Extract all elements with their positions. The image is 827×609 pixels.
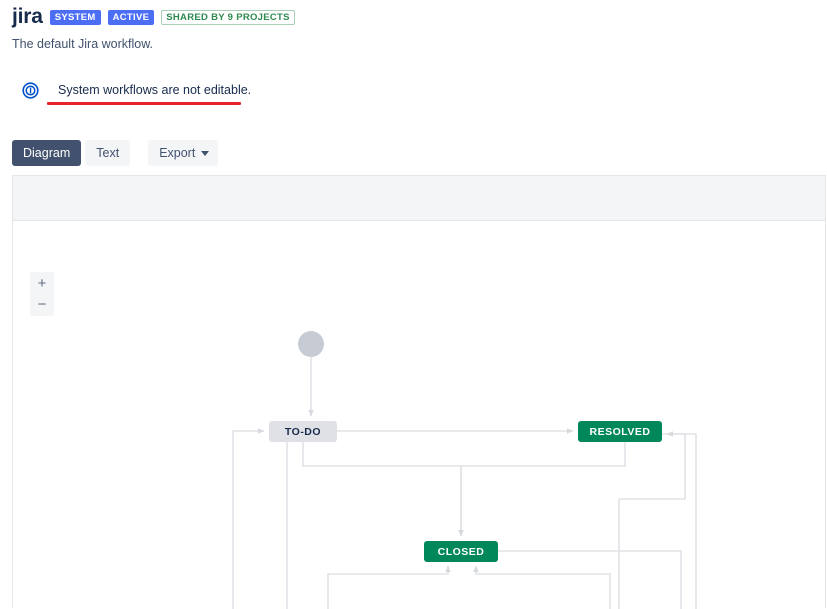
notice-message: System workflows are not editable. [58, 83, 252, 97]
workflow-node-start[interactable] [298, 331, 324, 357]
title-row: jira SYSTEM ACTIVE SHARED BY 9 PROJECTS [12, 6, 827, 28]
workflow-node-resolved[interactable]: RESOLVED [578, 421, 662, 442]
tab-diagram[interactable]: Diagram [12, 140, 82, 166]
annotation-underline [47, 102, 241, 105]
status-badge-shared: SHARED BY 9 PROJECTS [161, 9, 295, 25]
status-badge-active: ACTIVE [107, 9, 155, 25]
notice-row: System workflows are not editable. [0, 82, 827, 112]
diagram-toolbar [13, 176, 825, 221]
zoom-controls: + − [30, 272, 54, 316]
zoom-out-button[interactable]: − [31, 297, 53, 312]
diagram-panel: + − TO-DO RESOLVED CLOSED [12, 175, 826, 609]
diagram-canvas[interactable]: + − TO-DO RESOLVED CLOSED [13, 221, 825, 609]
status-badge-system: SYSTEM [49, 9, 101, 25]
info-icon [22, 82, 39, 99]
tab-text[interactable]: Text [85, 140, 131, 166]
page-header: jira SYSTEM ACTIVE SHARED BY 9 PROJECTS … [0, 0, 827, 52]
workflow-edges [232, 357, 697, 609]
chevron-down-icon [201, 150, 210, 156]
page-description: The default Jira workflow. [12, 37, 154, 51]
workflow-node-todo[interactable]: TO-DO [269, 421, 337, 442]
workflow-node-closed[interactable]: CLOSED [424, 541, 498, 562]
zoom-in-button[interactable]: + [31, 276, 53, 291]
page-title: jira [12, 5, 43, 28]
export-label: Export [159, 146, 196, 160]
export-button[interactable]: Export [148, 140, 219, 166]
view-tabs: Diagram Text Export [0, 140, 827, 166]
